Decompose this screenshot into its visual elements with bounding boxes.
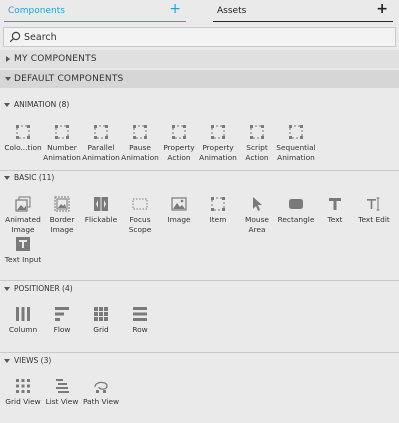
category-label: POSITIONER (4): [14, 284, 73, 293]
component-label: Border Image: [49, 215, 75, 234]
component-label: Sequential Animation: [276, 143, 316, 162]
component-label: Animated Image: [5, 215, 41, 234]
add-asset-icon[interactable]: +: [376, 2, 388, 16]
component-label: Column: [8, 325, 38, 334]
caret-down-icon: [4, 359, 10, 363]
component-label: Text: [327, 215, 343, 224]
category-divider: [0, 352, 399, 353]
grid-icon: [94, 307, 108, 321]
category-label: BASIC (11): [14, 173, 55, 182]
component-label: Image: [167, 215, 191, 224]
image-icon: [171, 197, 187, 211]
component-label: Row: [132, 325, 148, 334]
text-input-icon: [16, 237, 30, 251]
search-box[interactable]: [3, 27, 396, 47]
component-label: Rectangle: [277, 215, 315, 224]
flow-icon: [55, 307, 69, 321]
component-label: Grid: [93, 325, 109, 334]
component-label: Property Animation: [199, 143, 237, 162]
section-my-components[interactable]: MY COMPONENTS: [0, 50, 399, 68]
column-icon: [16, 307, 30, 321]
component-label: Pause Animation: [121, 143, 159, 162]
tab-assets-label: Assets: [217, 6, 247, 16]
component-label: Parallel Animation: [82, 143, 120, 162]
component-label: Text Input: [4, 255, 42, 264]
animated-image-icon: [15, 196, 31, 212]
caret-down-icon: [4, 176, 10, 180]
component-label: Path View: [82, 397, 120, 406]
component-label: Text Edit: [358, 215, 390, 224]
dashed-square-icon: [94, 125, 108, 139]
text-edit-icon: [367, 197, 380, 211]
section-label: DEFAULT COMPONENTS: [14, 74, 124, 84]
component-label: Item: [209, 215, 227, 224]
category-divider: [0, 280, 399, 281]
rectangle-icon: [289, 199, 303, 209]
border-image-icon: [54, 196, 70, 212]
dashed-square-icon: [250, 125, 264, 139]
tab-components[interactable]: Components +: [4, 0, 186, 22]
category-animation[interactable]: ANIMATION (8): [0, 99, 399, 111]
category-label: ANIMATION (8): [14, 100, 70, 109]
text-icon: [329, 198, 341, 210]
category-views[interactable]: VIEWS (3): [0, 355, 399, 367]
list-view-icon: [56, 379, 69, 393]
section-label: MY COMPONENTS: [14, 54, 97, 64]
mouse-area-icon: [253, 197, 262, 211]
category-basic[interactable]: BASIC (11): [0, 172, 399, 184]
dashed-square-icon: [211, 125, 225, 139]
category-positioner[interactable]: POSITIONER (4): [0, 283, 399, 295]
component-label: Colo...tion: [4, 143, 42, 152]
caret-right-icon: [6, 56, 10, 62]
tab-bar: Components + Assets +: [0, 0, 399, 26]
caret-down-icon: [5, 77, 11, 81]
component-label: List View: [45, 397, 79, 406]
add-component-icon[interactable]: +: [169, 2, 181, 16]
dashed-square-icon: [172, 125, 186, 139]
flickable-icon: [94, 197, 108, 211]
search-icon: [9, 31, 21, 43]
search-input[interactable]: [24, 29, 384, 45]
grid-view-icon: [16, 379, 30, 393]
component-label: Property Action: [163, 143, 195, 162]
component-label: Mouse Area: [245, 215, 269, 234]
category-label: VIEWS (3): [14, 356, 52, 365]
focus-scope-icon: [132, 198, 148, 210]
path-view-icon: [94, 381, 108, 393]
item-icon: [211, 197, 225, 211]
component-label: Number Animation: [43, 143, 81, 162]
dashed-square-icon: [133, 125, 147, 139]
row-icon: [133, 307, 147, 321]
tab-components-label: Components: [8, 6, 65, 16]
dashed-square-icon: [55, 125, 69, 139]
component-label: Flickable: [84, 215, 118, 224]
dashed-square-icon: [16, 125, 30, 139]
caret-down-icon: [4, 103, 10, 107]
caret-down-icon: [4, 287, 10, 291]
component-label: Flow: [53, 325, 71, 334]
category-divider: [0, 170, 399, 171]
component-label: Grid View: [5, 397, 41, 406]
component-label: Script Action: [245, 143, 269, 162]
tab-assets[interactable]: Assets +: [213, 0, 393, 22]
dashed-square-icon: [289, 125, 303, 139]
component-label: Focus Scope: [128, 215, 152, 234]
section-default-components[interactable]: DEFAULT COMPONENTS: [0, 70, 399, 88]
